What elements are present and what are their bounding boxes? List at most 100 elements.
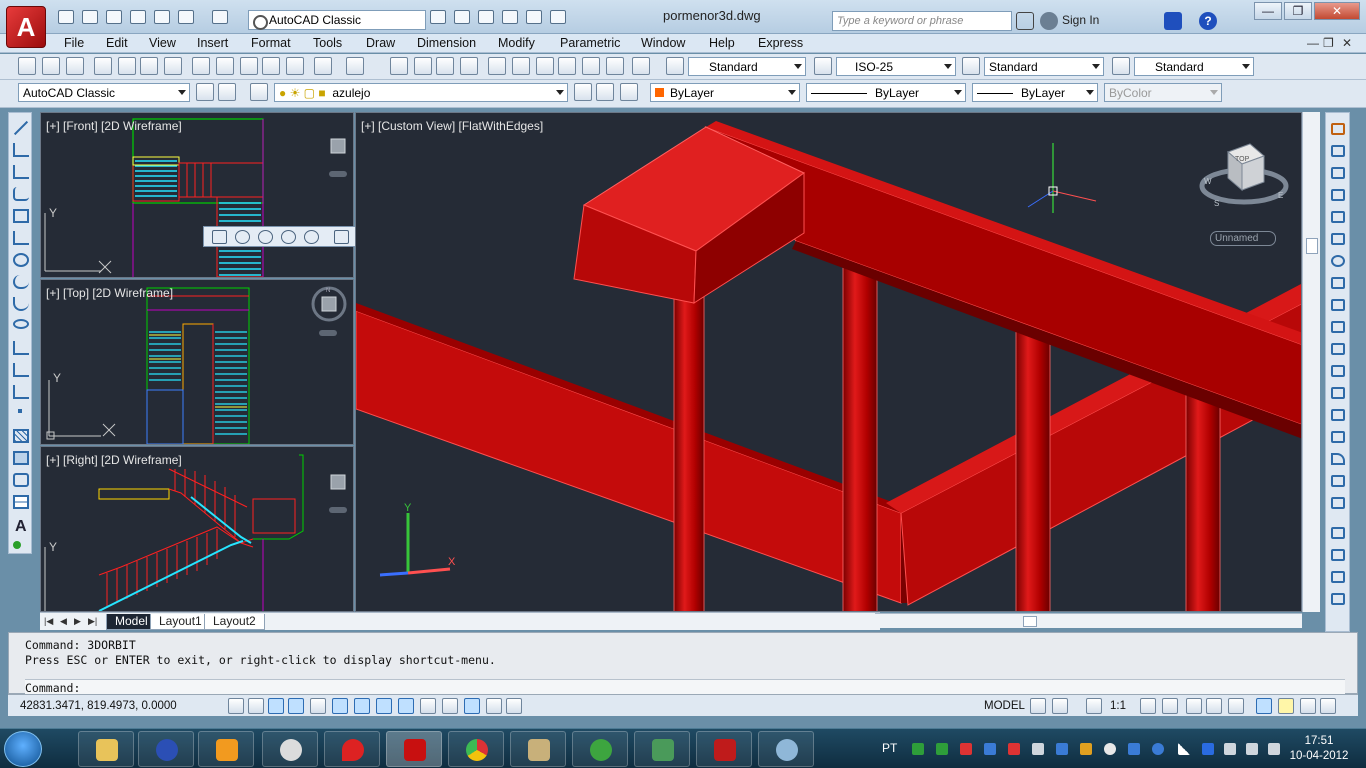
tray-icon-2[interactable] bbox=[936, 743, 948, 755]
volume-icon[interactable] bbox=[1268, 743, 1280, 755]
tray-icon-9[interactable] bbox=[1104, 743, 1116, 755]
quick-properties-icon[interactable] bbox=[486, 698, 502, 714]
make-current-layer-icon[interactable] bbox=[574, 83, 592, 101]
fillet-icon[interactable] bbox=[1331, 453, 1345, 465]
drawing-close-button[interactable]: ✕ bbox=[1342, 36, 1352, 50]
exchange-icon[interactable] bbox=[1164, 12, 1182, 30]
quick-access-tool-4-icon[interactable] bbox=[502, 10, 518, 24]
status-bar-menu-icon[interactable] bbox=[1300, 698, 1316, 714]
circle-icon[interactable] bbox=[13, 253, 29, 267]
ortho-mode-icon[interactable] bbox=[288, 698, 304, 714]
menu-edit[interactable]: Edit bbox=[106, 36, 128, 50]
hatch-icon[interactable] bbox=[13, 429, 29, 443]
toolbar-lock-icon[interactable] bbox=[218, 83, 236, 101]
open-icon[interactable] bbox=[42, 57, 60, 75]
menu-insert[interactable]: Insert bbox=[197, 36, 228, 50]
language-indicator[interactable]: PT bbox=[882, 741, 897, 755]
viewport-top-label[interactable]: [+] [Top] [2D Wireframe] bbox=[46, 286, 173, 300]
model-space-toggle[interactable]: MODEL bbox=[984, 700, 1025, 712]
paste-icon[interactable] bbox=[240, 57, 258, 75]
clean-screen-icon[interactable] bbox=[1320, 698, 1336, 714]
viewport-top[interactable]: Y N [+] [Top] [2D Wireframe] bbox=[40, 279, 354, 445]
quick-access-tool-5-icon[interactable] bbox=[526, 10, 542, 24]
text-style-select[interactable]: Standard bbox=[688, 57, 806, 76]
tray-icon-4[interactable] bbox=[984, 743, 996, 755]
send-under-icon[interactable] bbox=[1331, 593, 1345, 605]
ellipse-arc-icon[interactable] bbox=[13, 341, 29, 355]
first-tab-arrow-icon[interactable]: |◀ bbox=[44, 616, 55, 627]
taskbar-autocad[interactable] bbox=[386, 731, 442, 767]
polyline-icon[interactable] bbox=[13, 165, 29, 179]
explode-icon[interactable] bbox=[1331, 497, 1345, 509]
help-button[interactable]: ? bbox=[1199, 12, 1217, 30]
workspace-combo[interactable]: AutoCAD Classic bbox=[18, 83, 190, 102]
dim-style-icon[interactable] bbox=[814, 57, 832, 75]
mirror-icon[interactable] bbox=[1331, 167, 1345, 179]
object-snap-icon[interactable] bbox=[332, 698, 348, 714]
annotation-scale-icon[interactable] bbox=[1086, 698, 1102, 714]
help-search-input[interactable]: Type a keyword or phrase bbox=[832, 11, 1012, 31]
taskbar-media-player[interactable] bbox=[198, 731, 254, 767]
viewcube[interactable]: TOP W S E bbox=[1198, 140, 1290, 214]
close-button[interactable]: ✕ bbox=[1314, 2, 1360, 20]
menu-window[interactable]: Window bbox=[641, 36, 685, 50]
tool-palettes-icon[interactable] bbox=[536, 57, 554, 75]
menu-express[interactable]: Express bbox=[758, 36, 803, 50]
line-icon[interactable] bbox=[13, 120, 29, 136]
open-file-icon[interactable] bbox=[82, 10, 98, 24]
stretch-icon[interactable] bbox=[1331, 299, 1345, 311]
snap-mode-icon[interactable] bbox=[248, 698, 264, 714]
grid-display-icon[interactable] bbox=[268, 698, 284, 714]
zoom-previous-icon[interactable] bbox=[460, 57, 478, 75]
tray-icon-1[interactable] bbox=[912, 743, 924, 755]
toolbar-lock-status-icon[interactable] bbox=[1206, 698, 1222, 714]
vertical-scrollbar[interactable] bbox=[1302, 112, 1320, 612]
workspace-selector[interactable]: AutoCAD Classic bbox=[248, 10, 426, 30]
offset-icon[interactable] bbox=[1331, 189, 1345, 201]
system-clock[interactable]: 17:51 10-04-2012 bbox=[1284, 734, 1354, 764]
lineweight-select[interactable]: ByLayer bbox=[972, 83, 1098, 102]
linetype-select[interactable]: ByLayer bbox=[806, 83, 966, 102]
prev-tab-arrow-icon[interactable]: ◀ bbox=[60, 616, 71, 627]
transparency-icon[interactable] bbox=[464, 698, 480, 714]
action-center-icon[interactable] bbox=[1224, 743, 1236, 755]
binoculars-icon[interactable] bbox=[1016, 12, 1034, 30]
quick-view-layouts-icon[interactable] bbox=[1030, 698, 1046, 714]
sign-in-button[interactable]: Sign In bbox=[1062, 13, 1099, 27]
menu-tools[interactable]: Tools bbox=[313, 36, 342, 50]
rectangle-icon[interactable] bbox=[13, 209, 29, 223]
viewport-front[interactable]: Y [+] [Front] [2D Wireframe] bbox=[40, 112, 354, 278]
zoom-window-icon[interactable] bbox=[436, 57, 454, 75]
free-orbit-icon[interactable] bbox=[281, 230, 296, 244]
auto-scale-icon[interactable] bbox=[1162, 698, 1178, 714]
match-properties-icon[interactable] bbox=[262, 57, 280, 75]
table-style-icon[interactable] bbox=[962, 57, 980, 75]
taskbar-explorer[interactable] bbox=[78, 731, 134, 767]
scale-icon[interactable] bbox=[1331, 277, 1345, 289]
insert-block-icon[interactable] bbox=[13, 363, 29, 377]
tray-icon-3[interactable] bbox=[960, 743, 972, 755]
markup-icon[interactable] bbox=[582, 57, 600, 75]
copy-object-icon[interactable] bbox=[1331, 145, 1345, 157]
hardware-acceleration-icon[interactable] bbox=[1228, 698, 1244, 714]
tab-layout1[interactable]: Layout1 bbox=[150, 614, 211, 630]
tray-icon-5[interactable] bbox=[1008, 743, 1020, 755]
viewport-custom-label[interactable]: [+] [Custom View] [FlatWithEdges] bbox=[361, 119, 543, 133]
arc-icon[interactable] bbox=[13, 231, 29, 245]
annotation-scale-value[interactable]: 1:1 bbox=[1110, 700, 1126, 712]
constrained-orbit-icon[interactable] bbox=[258, 230, 273, 244]
undo-icon[interactable] bbox=[314, 57, 332, 75]
3d-orbit-icon[interactable] bbox=[235, 230, 250, 244]
quickcalc-icon[interactable] bbox=[606, 57, 624, 75]
menu-file[interactable]: File bbox=[64, 36, 84, 50]
ellipse-icon[interactable] bbox=[13, 319, 29, 329]
save-icon[interactable] bbox=[106, 10, 122, 24]
lightbulb-icon[interactable] bbox=[1278, 698, 1294, 714]
multileader-style-select[interactable]: Standard bbox=[1134, 57, 1254, 76]
quick-view-drawings-icon[interactable] bbox=[1052, 698, 1068, 714]
rotate-icon[interactable] bbox=[1331, 255, 1345, 267]
isolate-objects-icon[interactable] bbox=[1256, 698, 1272, 714]
layer-states-icon[interactable] bbox=[620, 83, 638, 101]
last-tab-arrow-icon[interactable]: ▶| bbox=[88, 616, 99, 627]
taskbar-chrome[interactable] bbox=[448, 731, 504, 767]
